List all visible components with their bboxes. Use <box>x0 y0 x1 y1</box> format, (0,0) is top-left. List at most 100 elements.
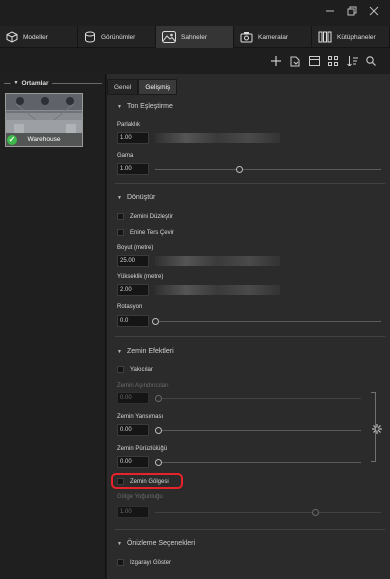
plus-icon <box>271 56 281 66</box>
show-grid-checkbox[interactable]: Izgarayı Göster <box>117 559 171 566</box>
tab-models[interactable]: Modeller <box>0 26 78 48</box>
environment-thumbnail-warehouse[interactable]: Warehouse ✓ <box>5 93 83 147</box>
environments-header[interactable]: — ▼ Ortamlar <box>4 78 102 88</box>
toolbar <box>0 48 390 74</box>
import-button[interactable] <box>288 54 302 68</box>
size-input[interactable]: 25.00 <box>117 255 149 267</box>
cylinder-icon <box>85 31 95 43</box>
restore-button[interactable] <box>344 6 360 20</box>
rotation-slider[interactable] <box>152 318 381 325</box>
sort-icon <box>346 56 358 66</box>
title-bar <box>0 0 390 26</box>
collapse-triangle-icon: ▼ <box>117 194 122 201</box>
ground-roughness-slider-knob[interactable] <box>155 459 162 466</box>
subtab-advanced[interactable]: Gelişmiş <box>138 79 178 95</box>
import-icon <box>290 56 300 66</box>
tab-label: Görünümler <box>101 33 136 41</box>
ground-occlusion-label: Zemin Aşındırıcıları <box>117 383 169 389</box>
close-button[interactable] <box>366 6 382 20</box>
flatten-ground-checkbox[interactable]: Zemini Düzleştir <box>117 213 173 220</box>
tab-scenes[interactable]: Sahneler <box>156 26 234 48</box>
checkbox-label: Yakıcılar <box>130 366 153 373</box>
rotation-input[interactable]: 0.0 <box>117 315 149 327</box>
collapse-triangle-icon: ▼ <box>117 348 122 355</box>
gamma-input[interactable]: 1.00 <box>117 163 149 175</box>
tone-mapping-section-header[interactable]: ▼ Ton Eşleştirme <box>117 103 173 110</box>
tab-label: Modeller <box>23 33 48 41</box>
selected-check-icon: ✓ <box>7 135 17 145</box>
properties-panel: Genel Gelişmiş ▼ Ton Eşleştirme Parlaklı… <box>107 74 390 579</box>
subtab-general[interactable]: Genel <box>107 79 139 95</box>
ground-reflection-slider[interactable] <box>155 427 361 434</box>
minimize-icon <box>326 10 334 12</box>
ground-reflection-label: Zemin Yansıması <box>117 414 164 420</box>
gamma-slider[interactable] <box>155 166 381 173</box>
tab-label: Sahneler <box>181 33 208 41</box>
tab-libraries[interactable]: Kütüphaneler <box>312 26 390 48</box>
gamma-slider-knob[interactable] <box>235 166 243 173</box>
height-input[interactable]: 2.00 <box>117 284 149 296</box>
environments-panel: — ▼ Ortamlar Warehouse ✓ <box>0 74 106 579</box>
shadow-intensity-slider[interactable] <box>155 509 381 516</box>
collapse-triangle-icon: ▼ <box>117 540 122 547</box>
library-icon <box>318 31 332 43</box>
height-label: Yükseklik (metre) <box>117 274 164 280</box>
panel-button[interactable] <box>307 54 321 68</box>
brightness-label: Parlaklık <box>117 122 141 128</box>
ground-occlusion-slider-knob[interactable] <box>155 395 162 402</box>
environments-title: Ortamlar <box>21 79 49 87</box>
divider <box>115 336 385 337</box>
restore-icon <box>347 6 357 16</box>
checkbox-label: Enine Ters Çevir <box>130 229 174 236</box>
size-label: Boyut (metre) <box>117 245 154 251</box>
brightness-slider[interactable] <box>155 133 280 143</box>
shadow-intensity-input[interactable]: 1.00 <box>117 506 149 518</box>
height-slider[interactable] <box>155 285 280 295</box>
section-title: Zemin Efektleri <box>126 348 174 355</box>
divider <box>115 529 385 530</box>
sort-button[interactable] <box>345 54 359 68</box>
header-divider <box>51 82 102 84</box>
ground-reflection-slider-knob[interactable] <box>155 427 162 434</box>
rotation-slider-knob[interactable] <box>152 318 159 325</box>
grid-view-button[interactable] <box>326 54 340 68</box>
main-tabs: Modeller Görünümler Sahneler Kameralar K… <box>0 26 390 48</box>
checkbox-label: Zemini Düzleştir <box>130 213 174 220</box>
flip-horizontal-checkbox[interactable]: Enine Ters Çevir <box>117 229 174 236</box>
camera-icon <box>240 32 253 43</box>
checkbox-box <box>117 366 124 373</box>
environment-label: Warehouse <box>6 133 82 146</box>
minimize-button[interactable] <box>322 6 338 20</box>
brightness-input[interactable]: 1.00 <box>117 132 149 144</box>
link-toggle-button[interactable] <box>372 424 382 436</box>
ground-effects-section-header[interactable]: ▼ Zemin Efektleri <box>117 348 174 355</box>
ground-reflection-input[interactable]: 0.00 <box>117 424 149 436</box>
tab-label: Kameralar <box>258 33 288 41</box>
search-icon <box>366 56 376 66</box>
section-title: Önizleme Seçenekleri <box>126 540 196 547</box>
shadow-intensity-label: Gölge Yoğunluğu <box>117 494 163 500</box>
grid-icon <box>328 56 338 66</box>
ground-occlusion-slider[interactable] <box>155 395 361 402</box>
shadow-catcher-checkbox[interactable]: Yakıcılar <box>117 366 153 373</box>
landscape-icon <box>162 31 176 43</box>
tab-cameras[interactable]: Kameralar <box>234 26 312 48</box>
panel-icon <box>308 56 320 66</box>
checkbox-box <box>117 213 124 220</box>
preview-options-section-header[interactable]: ▼ Önizleme Seçenekleri <box>117 540 195 547</box>
ground-occlusion-input[interactable]: 0.00 <box>117 392 149 404</box>
search-button[interactable] <box>364 54 378 68</box>
shadow-intensity-slider-knob[interactable] <box>312 509 320 516</box>
divider <box>115 183 385 184</box>
tab-appearances[interactable]: Görünümler <box>78 26 156 48</box>
size-slider[interactable] <box>155 256 280 266</box>
section-title: Dönüştür <box>126 194 156 201</box>
ground-roughness-slider[interactable] <box>155 459 361 466</box>
ground-roughness-label: Zemin Pürüzlülüğü <box>117 446 168 452</box>
transform-section-header[interactable]: ▼ Dönüştür <box>117 194 155 201</box>
ground-roughness-input[interactable]: 0.00 <box>117 456 149 468</box>
cube-icon <box>6 31 18 43</box>
tab-label: Kütüphaneler <box>337 33 376 41</box>
collapse-triangle-icon: ▼ <box>117 103 122 110</box>
add-button[interactable] <box>269 54 283 68</box>
